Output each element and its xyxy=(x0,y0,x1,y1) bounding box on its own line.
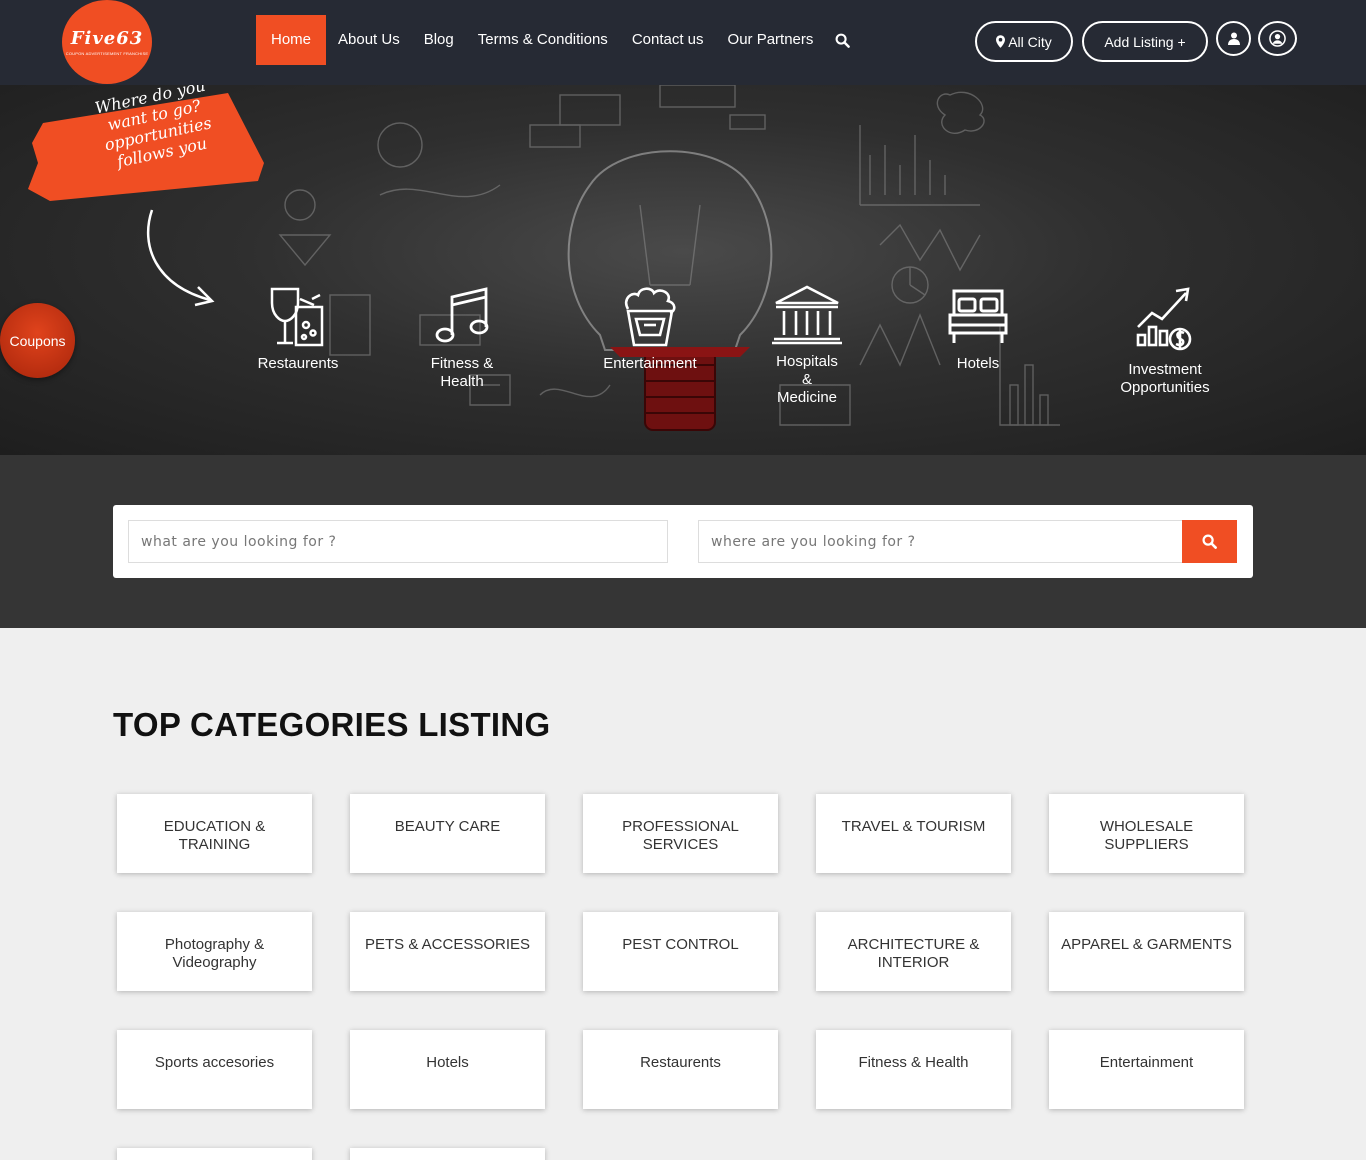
investment-chart-icon xyxy=(1136,287,1192,351)
top-header: Five63 COUPON ADVERTISEMENT FRANCHISE Ho… xyxy=(0,0,1366,85)
hero-banner: Where do you want to go? opportunities f… xyxy=(0,85,1366,455)
nav-our-partners[interactable]: Our Partners xyxy=(716,15,826,65)
category-card[interactable]: Hotels xyxy=(350,1030,545,1109)
hero-category-investment-label: Investment Opportunities xyxy=(1120,361,1210,396)
what-search-input[interactable]: what are you looking for ? xyxy=(128,520,668,563)
category-card[interactable] xyxy=(350,1148,545,1160)
category-card[interactable]: BEAUTY CARE xyxy=(350,794,545,873)
category-card[interactable]: Fitness & Health xyxy=(816,1030,1011,1109)
category-card[interactable]: Photography & Videography xyxy=(117,912,312,991)
search-icon[interactable] xyxy=(825,15,859,65)
main-nav: Home About Us Blog Terms & Conditions Co… xyxy=(256,15,859,65)
hero-category-entertainment-label: Entertainment xyxy=(603,355,697,372)
site-logo[interactable]: Five63 COUPON ADVERTISEMENT FRANCHISE xyxy=(62,0,152,84)
hero-category-hospitals-medicine-label: Hospitals & Medicine xyxy=(776,353,838,406)
category-card[interactable]: WHOLESALE SUPPLIERS xyxy=(1049,794,1244,873)
account-circle-icon xyxy=(1269,30,1286,47)
music-note-icon xyxy=(435,287,489,343)
nav-blog[interactable]: Blog xyxy=(412,15,466,65)
category-card[interactable]: EDUCATION & TRAINING xyxy=(117,794,312,873)
hospital-building-icon xyxy=(772,285,842,345)
hero-category-restaurents-label: Restaurents xyxy=(257,355,339,372)
hero-category-hospitals-medicine[interactable]: Hospitals & Medicine xyxy=(766,285,848,407)
hero-category-hotels-label: Hotels xyxy=(956,355,1000,372)
map-marker-icon xyxy=(996,35,1006,48)
category-card[interactable]: Entertainment xyxy=(1049,1030,1244,1109)
coupons-button[interactable]: Coupons xyxy=(0,303,75,378)
curved-arrow-icon xyxy=(147,209,215,307)
category-card[interactable]: APPAREL & GARMENTS xyxy=(1049,912,1244,991)
user-button[interactable] xyxy=(1216,21,1251,56)
category-card[interactable]: Sports accesories xyxy=(117,1030,312,1109)
user-icon xyxy=(1227,32,1240,45)
nav-terms[interactable]: Terms & Conditions xyxy=(466,15,620,65)
hero-category-fitness-health-label: Fitness & Health xyxy=(430,355,494,390)
category-card[interactable]: PROFESSIONAL SERVICES xyxy=(583,794,778,873)
hero-category-hotels[interactable]: Hotels xyxy=(928,285,1028,373)
nav-about-us[interactable]: About Us xyxy=(326,15,412,65)
popcorn-icon xyxy=(624,287,676,347)
category-card[interactable]: PETS & ACCESSORIES xyxy=(350,912,545,991)
nav-contact-us[interactable]: Contact us xyxy=(620,15,716,65)
cocktail-icon xyxy=(270,287,324,347)
section-title: TOP CATEGORIES LISTING xyxy=(113,706,551,743)
all-city-button[interactable]: All City xyxy=(975,21,1073,62)
bed-icon xyxy=(948,289,1008,343)
search-icon xyxy=(1202,534,1217,549)
logo-text: Five63 xyxy=(70,28,144,49)
category-card[interactable]: Restaurents xyxy=(583,1030,778,1109)
search-box: what are you looking for ? where are you… xyxy=(113,505,1253,578)
nav-home[interactable]: Home xyxy=(256,15,327,65)
account-button[interactable] xyxy=(1258,21,1297,56)
add-listing-label: Add Listing + xyxy=(1104,33,1186,50)
add-listing-button[interactable]: Add Listing + xyxy=(1082,21,1208,62)
where-search-input[interactable]: where are you looking for ? xyxy=(698,520,1183,563)
category-card[interactable]: TRAVEL & TOURISM xyxy=(816,794,1011,873)
category-card[interactable]: ARCHITECTURE & INTERIOR xyxy=(816,912,1011,991)
coupons-label: Coupons xyxy=(9,332,66,349)
hero-category-restaurents[interactable]: Restaurents xyxy=(248,285,348,373)
hero-category-fitness-health[interactable]: Fitness & Health xyxy=(417,285,507,391)
category-card[interactable]: PEST CONTROL xyxy=(583,912,778,991)
all-city-label: All City xyxy=(1008,33,1052,50)
category-card[interactable] xyxy=(117,1148,312,1160)
hero-category-investment-opportunities[interactable]: Investment Opportunities xyxy=(1106,285,1224,397)
logo-subtext: COUPON ADVERTISEMENT FRANCHISE xyxy=(65,51,149,56)
hero-category-entertainment[interactable]: Entertainment xyxy=(595,285,705,373)
search-submit-button[interactable] xyxy=(1182,520,1237,563)
